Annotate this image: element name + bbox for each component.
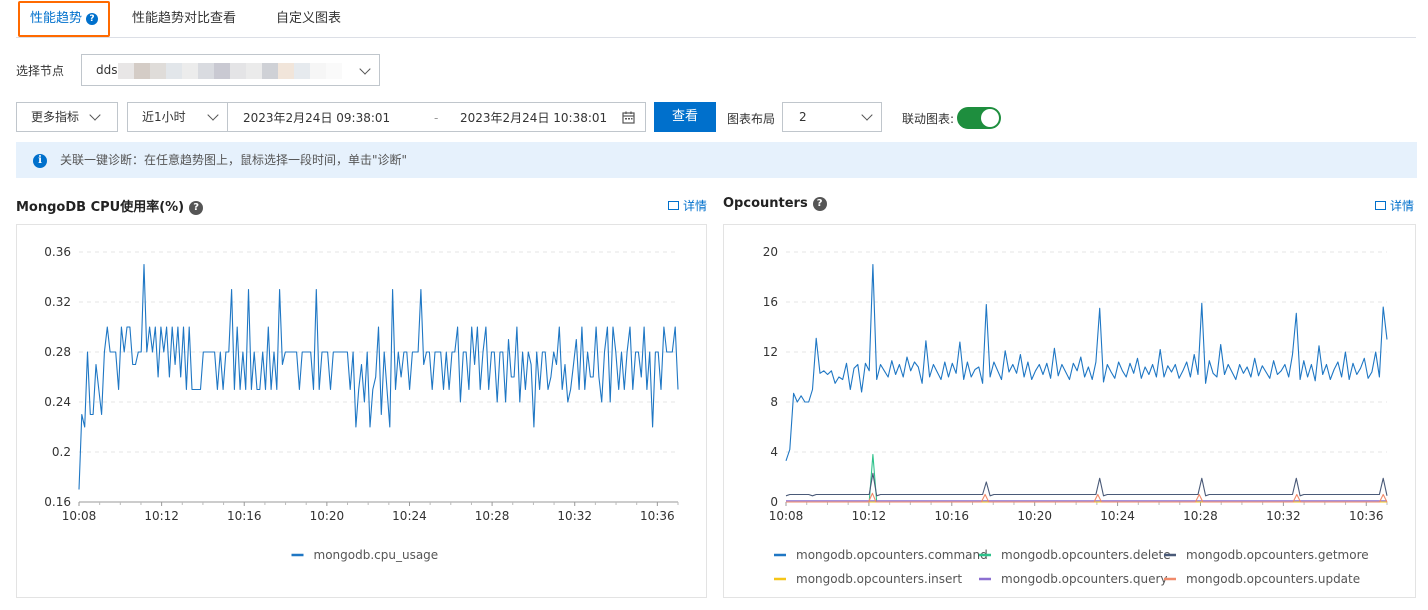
opcounters-chart[interactable]: 0 4 8 12 16 20 10:08 10:12 10:16 10:20 10:24 10:28 1… bbox=[724, 225, 1415, 597]
date-separator: - bbox=[434, 111, 439, 125]
linked-charts-toggle[interactable] bbox=[957, 107, 1001, 129]
opcounters-chart-title-text: Opcounters bbox=[723, 196, 808, 211]
opc-x-tick-label: 10:36 bbox=[1349, 509, 1384, 523]
cpu-y-tick-label: 0.24 bbox=[44, 395, 71, 409]
chevron-down-icon bbox=[359, 63, 371, 75]
chevron-down-icon bbox=[861, 109, 873, 121]
help-icon[interactable]: ? bbox=[812, 196, 827, 211]
more-metrics-button[interactable]: 更多指标 bbox=[16, 102, 118, 132]
opc-series-line bbox=[785, 263, 1388, 461]
cpu-x-tick-label: 10:36 bbox=[640, 509, 675, 523]
time-range-select[interactable]: 近1小时 bbox=[127, 102, 228, 132]
cpu-chart-title-text: MongoDB CPU使用率(%) bbox=[16, 200, 185, 215]
opc-legend-label: mongodb.opcounters.insert bbox=[796, 572, 962, 586]
opc-y-tick-label: 4 bbox=[770, 445, 778, 459]
opc-legend-label: mongodb.opcounters.getmore bbox=[1186, 548, 1369, 562]
diagnosis-info-bar: i 关联一键诊断：在任意趋势图上，鼠标选择一段时间，单击"诊断" bbox=[16, 142, 1417, 178]
opcounters-detail-link[interactable]: 详情 bbox=[1375, 197, 1414, 214]
cpu-chart-container: 0.16 0.2 0.24 0.28 0.32 0.36 10:08 10:12 10:16 10… bbox=[16, 224, 707, 598]
opc-y-tick-label: 16 bbox=[763, 295, 778, 309]
tab-label: 自定义图表 bbox=[276, 11, 342, 26]
calendar-icon[interactable] bbox=[622, 111, 635, 124]
node-value: dds bbox=[96, 63, 118, 77]
opc-x-tick-label: 10:24 bbox=[1100, 509, 1135, 523]
redacted-node-id bbox=[118, 63, 342, 79]
cpu-x-tick-label: 10:08 bbox=[62, 509, 97, 523]
opc-x-tick-label: 10:28 bbox=[1183, 509, 1218, 523]
node-select[interactable]: dds bbox=[81, 54, 380, 86]
cpu-legend-label: mongodb.cpu_usage bbox=[314, 548, 439, 562]
opc-y-tick-label: 8 bbox=[770, 395, 778, 409]
cpu-y-tick-label: 0.28 bbox=[44, 345, 71, 359]
date-range-picker[interactable]: 2023年2月24日 09:38:01 - 2023年2月24日 10:38:0… bbox=[227, 102, 646, 132]
tab-performance-compare[interactable]: 性能趋势对比查看 bbox=[132, 0, 236, 38]
info-text: 关联一键诊断：在任意趋势图上，鼠标选择一段时间，单击"诊断" bbox=[60, 153, 408, 167]
cpu-chart[interactable]: 0.16 0.2 0.24 0.28 0.32 0.36 10:08 10:12 10:16 10… bbox=[17, 225, 706, 597]
detail-icon bbox=[1375, 201, 1386, 210]
cpu-chart-title: MongoDB CPU使用率(%)? bbox=[16, 196, 204, 215]
opc-x-tick-label: 10:20 bbox=[1017, 509, 1052, 523]
detail-label: 详情 bbox=[1390, 199, 1415, 213]
node-label: 选择节点 bbox=[16, 64, 65, 78]
cpu-x-tick-label: 10:24 bbox=[392, 509, 427, 523]
start-time: 2023年2月24日 09:38:01 bbox=[243, 111, 391, 125]
cpu-x-tick-label: 10:20 bbox=[310, 509, 345, 523]
opcounters-chart-container: 0 4 8 12 16 20 10:08 10:12 10:16 10:20 10:24 10:28 1… bbox=[723, 224, 1416, 598]
opc-y-tick-label: 12 bbox=[763, 345, 778, 359]
help-icon[interactable]: ? bbox=[86, 12, 99, 25]
linked-charts-label: 联动图表: bbox=[902, 112, 955, 126]
cpu-x-tick-label: 10:12 bbox=[144, 509, 179, 523]
info-icon: i bbox=[33, 154, 47, 168]
cpu-x-tick-label: 10:32 bbox=[557, 509, 592, 523]
cpu-y-tick-label: 0.32 bbox=[44, 295, 71, 309]
layout-value: 2 bbox=[799, 110, 807, 124]
opc-x-tick-label: 10:12 bbox=[852, 509, 887, 523]
cpu-x-tick-label: 10:28 bbox=[475, 509, 510, 523]
opcounters-chart-title: Opcounters? bbox=[723, 196, 827, 211]
opc-x-tick-label: 10:16 bbox=[934, 509, 969, 523]
opc-legend-label: mongodb.opcounters.query bbox=[1001, 572, 1167, 586]
toggle-knob bbox=[981, 109, 999, 127]
opc-y-tick-label: 0 bbox=[770, 495, 778, 509]
tab-performance-trend[interactable]: 性能趋势? bbox=[18, 1, 111, 37]
tab-label: 性能趋势 bbox=[30, 11, 83, 26]
cpu-y-tick-label: 0.2 bbox=[52, 445, 71, 459]
end-time: 2023年2月24日 10:38:01 bbox=[460, 111, 608, 125]
cpu-series-line bbox=[78, 263, 679, 490]
opc-x-tick-label: 10:08 bbox=[769, 509, 804, 523]
opc-y-tick-label: 20 bbox=[763, 245, 778, 259]
tab-bar: 性能趋势? 性能趋势对比查看 自定义图表 bbox=[16, 0, 1416, 38]
cpu-x-tick-label: 10:16 bbox=[227, 509, 262, 523]
layout-select[interactable]: 2 bbox=[782, 102, 882, 132]
detail-label: 详情 bbox=[683, 199, 708, 213]
query-button[interactable]: 查看 bbox=[654, 102, 716, 132]
opc-legend-label: mongodb.opcounters.update bbox=[1186, 572, 1360, 586]
opc-x-tick-label: 10:32 bbox=[1266, 509, 1301, 523]
tab-custom-charts[interactable]: 自定义图表 bbox=[276, 0, 341, 38]
time-range-value: 近1小时 bbox=[142, 110, 186, 124]
help-icon[interactable]: ? bbox=[189, 200, 204, 215]
opc-legend-label: mongodb.opcounters.delete bbox=[1001, 548, 1171, 562]
cpu-detail-link[interactable]: 详情 bbox=[668, 197, 707, 214]
cpu-y-tick-label: 0.36 bbox=[44, 245, 71, 259]
chevron-down-icon bbox=[89, 109, 101, 121]
more-metrics-label: 更多指标 bbox=[31, 110, 80, 124]
detail-icon bbox=[668, 201, 679, 210]
layout-label: 图表布局 bbox=[727, 112, 776, 126]
chevron-down-icon bbox=[207, 109, 219, 121]
cpu-y-tick-label: 0.16 bbox=[44, 495, 71, 509]
tab-label: 性能趋势对比查看 bbox=[132, 11, 237, 26]
opc-legend-label: mongodb.opcounters.command bbox=[796, 548, 988, 562]
opc-series-line bbox=[785, 472, 1388, 497]
